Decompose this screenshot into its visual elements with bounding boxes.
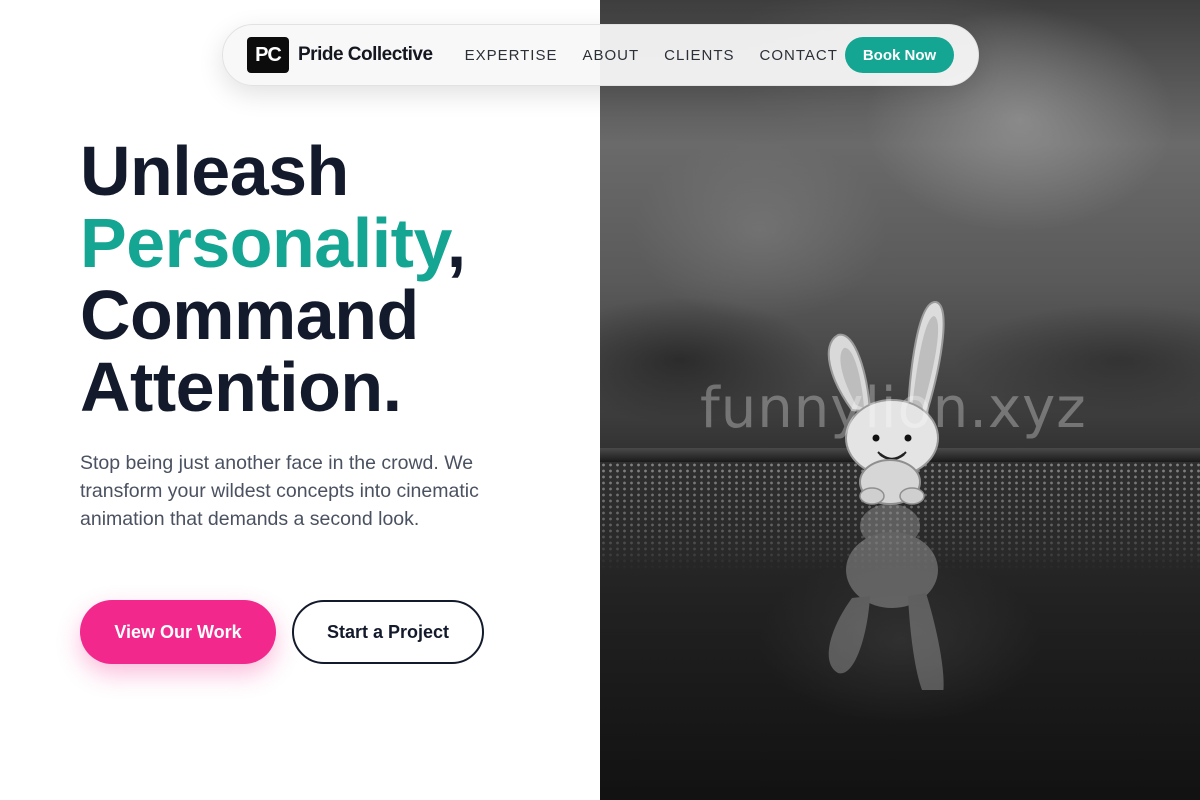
nav-link-clients[interactable]: CLIENTS: [664, 47, 734, 64]
top-navbar: PC Pride Collective EXPERTISE ABOUT CLIE…: [222, 24, 979, 86]
hero-subcopy: Stop being just another face in the crow…: [80, 452, 479, 530]
nav-link-contact[interactable]: CONTACT: [760, 47, 838, 64]
headline-line-3: Command: [80, 276, 419, 354]
headline-comma: ,: [446, 204, 466, 282]
headline-accent-word: Personality: [80, 204, 447, 282]
nav-link-about[interactable]: ABOUT: [582, 47, 639, 64]
book-now-button[interactable]: Book Now: [845, 37, 954, 73]
brand-name: Pride Collective: [298, 44, 433, 65]
brand-logo[interactable]: PC Pride Collective: [247, 37, 433, 73]
brand-mark-icon: PC: [247, 37, 289, 73]
headline-line-4: Attention.: [80, 348, 402, 426]
nav-links: EXPERTISE ABOUT CLIENTS CONTACT: [465, 47, 838, 64]
headline-line-1: Unleash: [80, 132, 349, 210]
start-a-project-button[interactable]: Start a Project: [292, 600, 484, 664]
hero-headline: Unleash Personality, Command Attention.: [80, 135, 590, 423]
view-our-work-button[interactable]: View Our Work: [80, 600, 276, 664]
bunny-figure: [827, 300, 945, 690]
hero-image: funnylion.xyz: [600, 0, 1200, 800]
nav-link-expertise[interactable]: EXPERTISE: [465, 47, 558, 64]
image-watermark: funnylion.xyz: [700, 376, 1087, 441]
landing-page: funnylion.xyz PC Pride Collective EXPERT…: [0, 0, 1200, 800]
headline-line-2: Personality,: [80, 207, 590, 279]
